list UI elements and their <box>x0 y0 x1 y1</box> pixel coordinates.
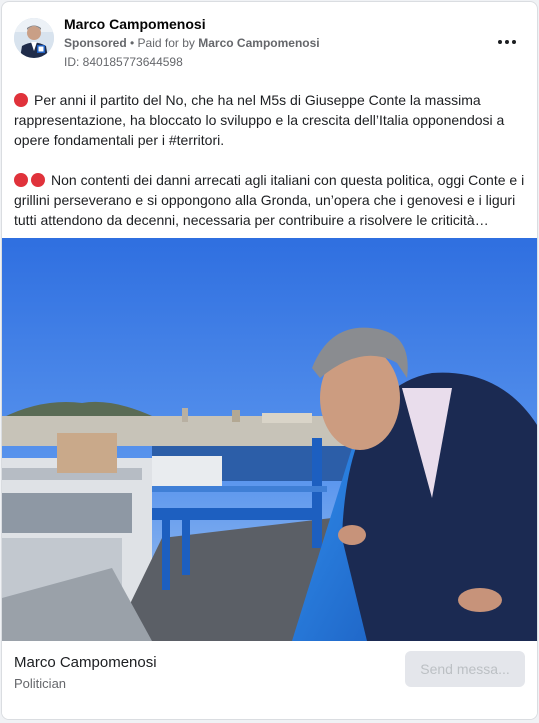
paid-for-prefix: Paid for by <box>137 36 199 50</box>
ellipsis-icon[interactable] <box>495 32 519 52</box>
ad-header: Marco Campomenosi Sponsored • Paid for b… <box>2 2 537 82</box>
send-message-button[interactable]: Send messa... <box>405 651 525 687</box>
avatar[interactable] <box>14 18 54 58</box>
footer-page-name[interactable]: Marco Campomenosi <box>14 654 157 671</box>
ellipsis-dot <box>498 40 502 44</box>
meta-separator: • <box>126 36 138 50</box>
ad-image[interactable] <box>2 238 537 641</box>
sponsored-line: Sponsored • Paid for by Marco Campomenos… <box>64 36 320 50</box>
ad-footer: Marco Campomenosi Politician Send messa.… <box>2 641 537 719</box>
paid-for-name: Marco Campomenosi <box>198 36 320 50</box>
ad-photo <box>2 238 537 641</box>
ad-id: ID: 840185773644598 <box>64 55 183 69</box>
red-circle-emoji-icon <box>14 173 28 187</box>
avatar-image <box>14 18 54 58</box>
ellipsis-dot <box>505 40 509 44</box>
footer-category: Politician <box>14 676 67 691</box>
sponsored-label: Sponsored <box>64 36 127 50</box>
ellipsis-dot <box>512 40 516 44</box>
page-name[interactable]: Marco Campomenosi <box>64 16 206 32</box>
ad-card: Marco Campomenosi Sponsored • Paid for b… <box>1 1 538 720</box>
ad-body-text: Per anni il partito del No, che ha nel M… <box>14 90 529 250</box>
ad-paragraph-1: Per anni il partito del No, che ha nel M… <box>14 90 529 150</box>
ad-paragraph-2: Non contenti dei danni arrecati agli ita… <box>14 170 529 230</box>
red-circle-emoji-icon <box>31 173 45 187</box>
red-circle-emoji-icon <box>14 93 28 107</box>
paragraph-2-text: Non contenti dei danni arrecati agli ita… <box>14 172 525 228</box>
paragraph-1-text: Per anni il partito del No, che ha nel M… <box>14 92 505 148</box>
